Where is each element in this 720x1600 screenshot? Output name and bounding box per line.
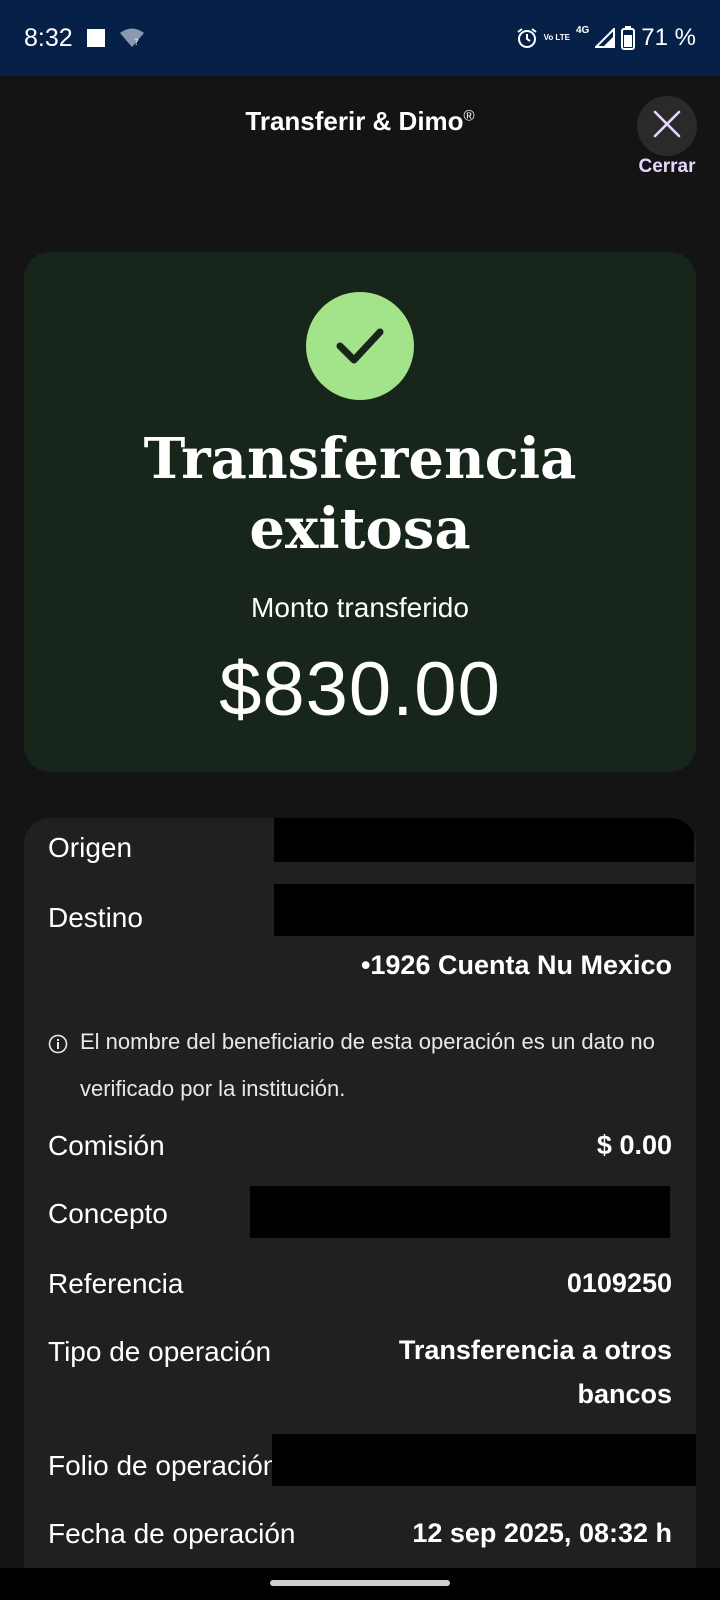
home-gesture-handle[interactable] [270,1580,450,1586]
wifi-icon: ? [119,27,145,49]
amount-value: $830.00 [219,647,501,732]
page-title: Transferir & Dimo® [0,106,720,137]
success-title-line1: Transferencia [143,426,577,492]
details-card: Origen Destino •1926 Cuenta Nu Mexico El… [24,818,696,1578]
volte-indicator: Vo LTE [543,33,570,42]
tipo-value-line2: bancos [577,1379,672,1409]
battery-icon [621,26,636,50]
page-title-text: Transferir & Dimo [245,106,464,136]
fecha-value: 12 sep 2025, 08:32 h [412,1518,672,1548]
referencia-value: 0109250 [566,1268,672,1298]
status-left: 8:32 ? [24,24,145,53]
amount-label: Monto transferido [251,592,469,623]
tipo-value-line1: Transferencia a otros [398,1335,672,1365]
success-check-icon [306,292,414,400]
comision-value: $ 0.00 [596,1130,672,1160]
origen-label: Origen [48,832,133,863]
close-button[interactable] [637,96,697,156]
status-bar: 8:32 ? Vo LTE 4G 71 % [0,0,720,76]
info-icon [48,1034,68,1059]
success-card: Transferencia exitosa Monto transferido … [24,252,696,772]
registered-mark: ® [463,107,475,125]
folio-label: Folio de operación [48,1450,279,1481]
notification-icon [86,29,105,47]
status-right: Vo LTE 4G 71 % [516,24,696,52]
comision-label: Comisión [48,1130,165,1161]
fecha-label: Fecha de operación [48,1518,296,1549]
redacted-origen [274,818,694,862]
redacted-destino [274,884,694,936]
redacted-folio [272,1434,696,1486]
destino-account: •1926 Cuenta Nu Mexico [360,950,672,980]
info-note: El nombre del beneficiario de esta opera… [48,1028,678,1112]
destino-label: Destino [48,902,143,933]
signal-icon [595,28,616,48]
success-title: Transferencia exitosa [24,424,696,564]
success-title-line2: exitosa [249,496,471,562]
tipo-label: Tipo de operación [48,1336,272,1367]
redacted-concepto [250,1186,670,1238]
info-note-text: El nombre del beneficiario de esta opera… [80,1029,655,1101]
close-icon [653,110,681,143]
alarm-icon [516,27,538,49]
tipo-value: Transferencia a otros bancos [399,1328,672,1416]
svg-text:?: ? [134,38,139,48]
concepto-label: Concepto [48,1198,168,1229]
close-label[interactable]: Cerrar [627,156,707,178]
navigation-bar [0,1568,720,1600]
network-type: 4G [575,24,590,36]
battery-level: 71 % [641,24,696,51]
status-time: 8:32 [24,23,73,52]
referencia-label: Referencia [48,1268,184,1299]
